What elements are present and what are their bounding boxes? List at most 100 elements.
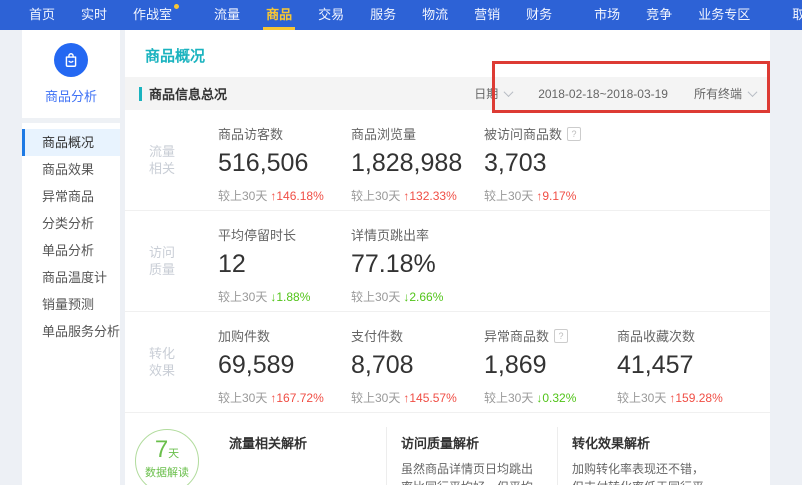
- metric-group-label: 流量相关: [149, 110, 218, 210]
- filter-bar: 日期 2018-02-18~2018-03-19 所有终端: [448, 85, 756, 102]
- date-type-dropdown[interactable]: 日期: [474, 85, 512, 102]
- metric-value: 69,589: [218, 351, 351, 380]
- metric-abnormal-product-count: 异常商品数? 1,869 较上30天↓0.32%: [484, 312, 617, 412]
- nav-item-realtime[interactable]: 实时: [75, 0, 113, 30]
- nav-item-product[interactable]: 商品: [260, 0, 298, 30]
- nav-item-war-room[interactable]: 作战室: [127, 0, 178, 30]
- arrow-up-delta: ↑9.17%: [536, 189, 576, 203]
- arrow-up-delta: ↑167.72%: [270, 391, 323, 405]
- metric-value: 3,703: [484, 149, 617, 178]
- metric-value: 8,708: [351, 351, 484, 380]
- metric-label: 详情页跳出率: [351, 226, 484, 243]
- metric-row: 访问质量平均停留时长12较上30天↓1.88%详情页跳出率77.18%较上30天…: [125, 211, 770, 312]
- product-analysis-icon: [54, 43, 88, 77]
- badge-unit: 天: [168, 448, 179, 460]
- metrics-grid: 流量相关商品访客数 516,506 较上30天↑146.18% 商品浏览量 1,828,…: [125, 110, 770, 413]
- metric-compare: 较上30天↑132.33%: [351, 187, 484, 204]
- arrow-up-delta: ↑146.18%: [270, 189, 323, 203]
- sidebar-title: 商品分析: [22, 86, 120, 105]
- section-title-tick: [139, 87, 142, 101]
- section-header-bar: 商品信息总况 日期 2018-02-18~2018-03-19 所有终端: [125, 77, 770, 110]
- metric-cart-add-count: 加购件数69,589较上30天↑167.72%: [218, 312, 351, 412]
- metric-value: 41,457: [617, 351, 750, 380]
- metric-label: 被访问商品数?: [484, 125, 617, 142]
- notification-dot-icon: [174, 4, 179, 9]
- nav-item-competition[interactable]: 竞争: [640, 0, 678, 30]
- data-insight-badge: 7天 数据解读: [135, 429, 199, 485]
- insight-columns: 流量相关解析访问质量解析虽然商品详情页日均跳出率比同行平均好，但平均停留时间低于…: [215, 427, 728, 485]
- nav-item-home[interactable]: 首页: [23, 0, 61, 30]
- metric-compare: 较上30天↓1.88%: [218, 288, 351, 305]
- conversion-insight: 转化效果解析加购转化率表现还不错，但支付转化率低于同行平均，赶快到异常商品并结合…: [557, 427, 728, 485]
- metric-label: 商品访客数: [218, 125, 351, 142]
- arrow-down-delta: ↓1.88%: [270, 290, 310, 304]
- help-icon[interactable]: ?: [554, 329, 568, 343]
- metric-value: 12: [218, 250, 351, 279]
- metric-value: 1,869: [484, 351, 617, 380]
- help-icon[interactable]: ?: [567, 127, 581, 141]
- sidebar-item-category-analysis[interactable]: 分类分析: [22, 210, 120, 237]
- insight-title: 流量相关解析: [229, 433, 372, 452]
- metric-row: 转化效果加购件数69,589较上30天↑167.72%支付件数8,708较上30…: [125, 312, 770, 413]
- metric-label: 平均停留时长: [218, 226, 351, 243]
- metric-group-label: 转化效果: [149, 312, 218, 412]
- metric-compare: 较上30天↓0.32%: [484, 389, 617, 406]
- insight-text: 加购转化率表现还不错，但支付转化率低于同行平均，赶快到异常商品并结合使用商品温度…: [572, 460, 714, 485]
- nav-item-service[interactable]: 服务: [364, 0, 402, 30]
- insight-title: 访问质量解析: [401, 433, 543, 452]
- chevron-down-icon: [504, 87, 514, 97]
- badge-number: 7: [155, 436, 168, 463]
- sidebar-item-product-thermometer[interactable]: 商品温度计: [22, 264, 120, 291]
- insight-text-segment: 虽然商品详情页日均跳出率比同行平均好，但平均停留时间低于同行平均，请关注页面排版…: [401, 462, 533, 485]
- page-background: 商品分析 商品概况商品效果异常商品分类分析单品分析商品温度计销量预测单品服务分析…: [0, 30, 802, 485]
- metric-label: 异常商品数?: [484, 327, 617, 344]
- nav-item-finance[interactable]: 财务: [520, 0, 558, 30]
- metric-visited-products: 被访问商品数?3,703较上30天↑9.17%: [484, 110, 617, 210]
- metric-compare: 较上30天↑145.57%: [351, 389, 484, 406]
- metric-compare: 较上30天↓2.66%: [351, 288, 484, 305]
- insight-text-segment: 加购转化率表现还不错，但支付转化率低于同行平均，赶快到: [572, 462, 704, 485]
- nav-item-traffic[interactable]: 流量: [208, 0, 246, 30]
- metric-value: 1,828,988: [351, 149, 484, 178]
- sidebar-divider: [22, 118, 120, 123]
- sidebar-item-product-overview[interactable]: 商品概况: [22, 129, 120, 156]
- metric-label: 支付件数: [351, 327, 484, 344]
- sidebar-item-abnormal-products[interactable]: 异常商品: [22, 183, 120, 210]
- arrow-down-delta: ↓0.32%: [536, 391, 576, 405]
- traffic-insight: 流量相关解析: [215, 427, 386, 485]
- nav-item-data-extract[interactable]: 取数: [786, 0, 802, 30]
- nav-item-trade[interactable]: 交易: [312, 0, 350, 30]
- sidebar-header: 商品分析: [22, 30, 120, 105]
- terminal-dropdown[interactable]: 所有终端: [694, 85, 756, 102]
- sidebar-item-sales-forecast[interactable]: 销量预测: [22, 291, 120, 318]
- sidebar-item-product-effect[interactable]: 商品效果: [22, 156, 120, 183]
- top-nav: 首页实时作战室流量商品交易服务物流营销财务市场竞争业务专区取数学院: [0, 0, 802, 30]
- nav-item-marketing[interactable]: 营销: [468, 0, 506, 30]
- insights-section: 7天 数据解读 流量相关解析访问质量解析虽然商品详情页日均跳出率比同行平均好，但…: [125, 413, 770, 485]
- metric-value: 77.18%: [351, 250, 484, 279]
- metric-compare: 较上30天↑146.18%: [218, 187, 351, 204]
- metric-value: 516,506: [218, 149, 351, 178]
- arrow-up-delta: ↑159.28%: [669, 391, 722, 405]
- metric-payment-count: 支付件数 8,708 较上30天↑145.57%: [351, 312, 484, 412]
- nav-item-market[interactable]: 市场: [588, 0, 626, 30]
- nav-item-business-zone[interactable]: 业务专区: [692, 0, 756, 30]
- metric-avg-stay-duration: 平均停留时长 12 较上30天↓1.88%: [218, 211, 351, 311]
- metric-product-pageviews: 商品浏览量 1,828,988 较上30天↑132.33%: [351, 110, 484, 210]
- sidebar-item-item-service-analysis[interactable]: 单品服务分析: [22, 318, 120, 345]
- insight-title: 转化效果解析: [572, 433, 714, 452]
- metric-label: 商品收藏次数: [617, 327, 750, 344]
- metric-compare: 较上30天↑159.28%: [617, 389, 750, 406]
- sidebar-menu: 商品概况商品效果异常商品分类分析单品分析商品温度计销量预测单品服务分析: [22, 129, 120, 345]
- arrow-down-delta: ↓2.66%: [403, 290, 443, 304]
- section-title: 商品信息总况: [139, 84, 227, 103]
- sidebar-item-item-analysis[interactable]: 单品分析: [22, 237, 120, 264]
- metric-label: 商品浏览量: [351, 125, 484, 142]
- page-title: 商品概况: [125, 30, 770, 77]
- date-range-value[interactable]: 2018-02-18~2018-03-19: [538, 87, 668, 101]
- chevron-down-icon: [748, 87, 758, 97]
- nav-item-logistics[interactable]: 物流: [416, 0, 454, 30]
- arrow-up-delta: ↑132.33%: [403, 189, 456, 203]
- badge-label: 数据解读: [136, 464, 198, 480]
- quality-insight: 访问质量解析虽然商品详情页日均跳出率比同行平均好，但平均停留时间低于同行平均，请…: [386, 427, 557, 485]
